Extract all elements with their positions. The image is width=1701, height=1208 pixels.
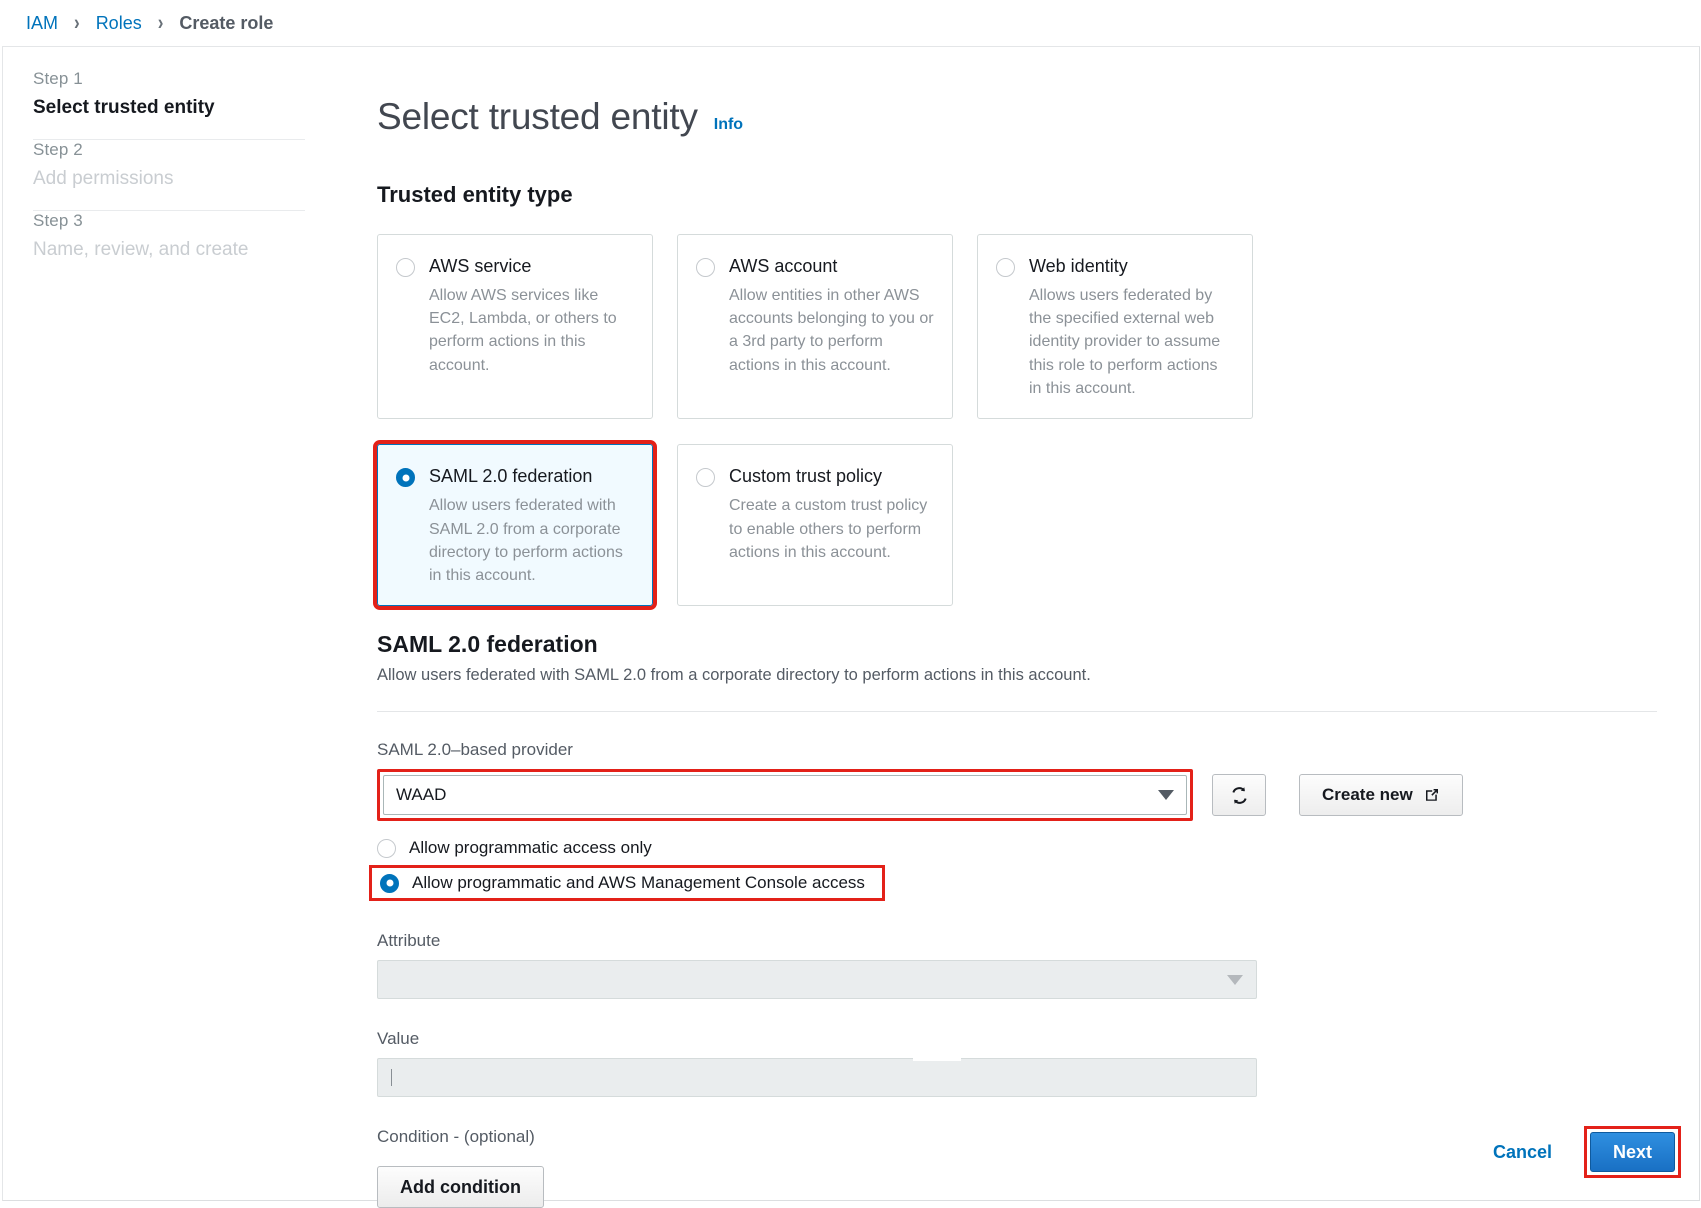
tile-custom-trust-policy-label: Custom trust policy (729, 466, 883, 487)
sidebar-step-2[interactable]: Step 2 Add permissions (33, 140, 303, 210)
add-condition-button[interactable]: Add condition (377, 1166, 544, 1208)
trusted-entity-tile-row-1: AWS service Allow AWS services like EC2,… (377, 233, 1657, 420)
step-1-number: Step 1 (33, 69, 83, 88)
radio-programmatic-only[interactable] (377, 838, 396, 858)
provider-field-label: SAML 2.0–based provider (377, 740, 573, 760)
input-notch (913, 1058, 961, 1062)
provider-select-value: WAAD (396, 785, 447, 805)
sidebar-step-3[interactable]: Step 3 Name, review, and create (33, 211, 303, 281)
refresh-providers-button[interactable] (1212, 774, 1266, 817)
page-title: Select trusted entity (377, 96, 698, 137)
tile-saml-federation-label: SAML 2.0 federation (429, 466, 593, 487)
tile-aws-service-description: Allow AWS services like EC2, Lambda, or … (429, 287, 617, 374)
attribute-field-label: Attribute (377, 931, 441, 951)
radio-aws-service[interactable] (396, 257, 415, 277)
tile-web-identity-label: Web identity (1029, 255, 1128, 276)
breadcrumb-item-roles[interactable]: Roles (96, 13, 142, 34)
sidebar-step-1[interactable]: Step 1 Select trusted entity (33, 69, 303, 139)
next-button[interactable]: Next (1589, 1132, 1675, 1172)
tile-aws-service[interactable]: AWS service Allow AWS services like EC2,… (377, 233, 653, 420)
saml-section-heading: SAML 2.0 federation (377, 631, 598, 658)
tile-aws-account-label: AWS account (729, 255, 838, 276)
wizard-footer: Cancel Next (1493, 1126, 1681, 1178)
create-new-provider-button[interactable]: Create new (1299, 774, 1463, 817)
wizard-steps-sidebar: Step 1 Select trusted entity Step 2 Add … (3, 47, 333, 1200)
next-button-highlight: Next (1583, 1126, 1681, 1178)
trusted-entity-type-heading: Trusted entity type (377, 181, 573, 207)
page-frame: Step 1 Select trusted entity Step 2 Add … (2, 46, 1701, 1208)
saml-section-description: Allow users federated with SAML 2.0 from… (377, 666, 1091, 685)
section-divider (377, 711, 1657, 713)
text-cursor (391, 1069, 392, 1087)
access-option-programmatic-only[interactable]: Allow programmatic access only (377, 833, 1657, 863)
provider-select-highlight: WAAD (377, 769, 1193, 822)
radio-web-identity[interactable] (996, 257, 1015, 277)
tile-aws-account-description: Allow entities in other AWS accounts bel… (729, 287, 934, 374)
radio-saml-federation[interactable] (396, 468, 415, 488)
tile-saml-federation[interactable]: SAML 2.0 federation Allow users federate… (373, 440, 657, 611)
tile-aws-service-label: AWS service (429, 255, 532, 276)
step-3-title: Name, review, and create (33, 239, 249, 260)
step-3-number: Step 3 (33, 211, 83, 230)
radio-custom-trust-policy[interactable] (696, 468, 715, 488)
chevron-down-icon (1227, 974, 1243, 985)
access-option-programmatic-and-console[interactable]: Allow programmatic and AWS Management Co… (369, 865, 885, 902)
page-title-row: Select trusted entity Info (377, 96, 1657, 138)
chevron-down-icon (1158, 790, 1174, 801)
breadcrumb-item-iam[interactable]: IAM (26, 13, 58, 34)
value-field-label: Value (377, 1029, 420, 1049)
value-field-block: Value (377, 1029, 1657, 1098)
refresh-icon (1231, 786, 1247, 804)
external-link-icon (1425, 789, 1438, 801)
access-option-programmatic-only-label: Allow programmatic access only (409, 838, 652, 858)
access-option-programmatic-and-console-label: Allow programmatic and AWS Management Co… (412, 873, 865, 893)
radio-aws-account[interactable] (696, 257, 715, 277)
breadcrumb: IAM › Roles › Create role (0, 0, 1701, 46)
info-link[interactable]: Info (714, 116, 743, 134)
tile-web-identity[interactable]: Web identity Allows users federated by t… (977, 233, 1253, 420)
step-1-title: Select trusted entity (33, 97, 215, 118)
radio-programmatic-and-console[interactable] (380, 873, 399, 893)
tile-web-identity-description: Allows users federated by the specified … (1029, 287, 1221, 397)
tile-custom-trust-policy[interactable]: Custom trust policy Create a custom trus… (677, 444, 953, 607)
condition-field-block: Condition - (optional) Add condition (377, 1127, 1657, 1208)
breadcrumb-separator-icon: › (74, 10, 80, 35)
main-content: Select trusted entity Info Trusted entit… (333, 47, 1701, 1208)
breadcrumb-item-create-role: Create role (179, 12, 274, 33)
step-2-number: Step 2 (33, 140, 83, 159)
trusted-entity-tile-row-2: SAML 2.0 federation Allow users federate… (373, 440, 1657, 611)
attribute-field-block: Attribute (377, 931, 1657, 1000)
provider-select[interactable]: WAAD (383, 775, 1187, 816)
tile-custom-trust-policy-description: Create a custom trust policy to enable o… (729, 497, 928, 561)
condition-field-label: Condition - (optional) (377, 1127, 535, 1147)
tile-aws-account[interactable]: AWS account Allow entities in other AWS … (677, 233, 953, 420)
tile-saml-federation-description: Allow users federated with SAML 2.0 from… (429, 497, 623, 584)
provider-row: WAAD Create new (377, 769, 1657, 822)
attribute-select[interactable] (377, 960, 1257, 1000)
value-input[interactable] (377, 1058, 1257, 1098)
step-2-title: Add permissions (33, 168, 174, 189)
create-new-label: Create new (1322, 785, 1413, 805)
cancel-button[interactable]: Cancel (1493, 1142, 1552, 1163)
breadcrumb-separator-icon: › (157, 10, 164, 35)
